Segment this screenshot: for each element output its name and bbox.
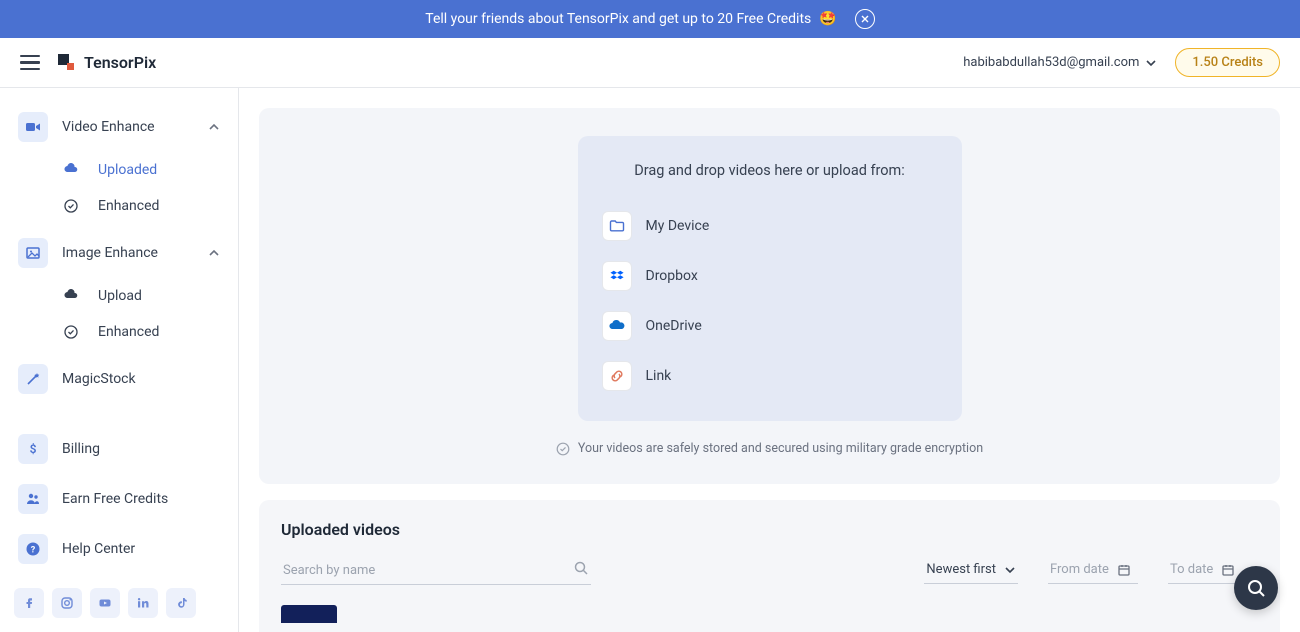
linkedin-link[interactable] — [128, 588, 158, 618]
linkedin-icon — [136, 596, 150, 610]
instagram-icon — [60, 596, 74, 610]
brand-name: TensorPix — [84, 53, 156, 72]
calendar-icon — [1117, 563, 1131, 577]
header: TensorPix habibabdullah53d@gmail.com 1.5… — [0, 38, 1300, 88]
sidebar-earn-credits[interactable]: Earn Free Credits — [12, 474, 226, 524]
sidebar-image-enhanced[interactable]: Enhanced — [58, 314, 226, 350]
dollar-icon: $ — [18, 434, 48, 464]
chevron-up-icon — [208, 121, 220, 133]
facebook-icon — [22, 596, 36, 610]
social-links — [12, 588, 226, 618]
instagram-link[interactable] — [52, 588, 82, 618]
user-email-text: habibabdullah53d@gmail.com — [963, 55, 1139, 70]
sidebar-magicstock[interactable]: MagicStock — [12, 354, 226, 404]
sidebar-image-upload[interactable]: Upload — [58, 278, 226, 314]
credits-badge[interactable]: 1.50 Credits — [1175, 48, 1280, 77]
upload-card: Drag and drop videos here or upload from… — [259, 108, 1280, 484]
cloud-upload-icon — [64, 163, 80, 177]
upload-link[interactable]: Link — [602, 351, 938, 401]
security-note: Your videos are safely stored and secure… — [556, 441, 983, 456]
from-date-input[interactable]: From date — [1048, 558, 1138, 584]
check-circle-icon — [64, 325, 80, 339]
svg-text:$: $ — [30, 442, 37, 456]
uploaded-videos-card: Uploaded videos Newest first From date T… — [259, 500, 1280, 632]
sort-dropdown[interactable]: Newest first — [924, 558, 1018, 584]
shield-check-icon — [556, 442, 570, 456]
brand-logo[interactable]: TensorPix — [58, 53, 156, 72]
sidebar-billing[interactable]: $ Billing — [12, 424, 226, 474]
uploaded-videos-title: Uploaded videos — [281, 520, 1258, 539]
sidebar-video-enhanced[interactable]: Enhanced — [58, 188, 226, 224]
youtube-icon — [98, 596, 112, 610]
video-icon — [18, 112, 48, 142]
youtube-link[interactable] — [90, 588, 120, 618]
search-help-icon — [1245, 577, 1267, 599]
sidebar-video-enhance[interactable]: Video Enhance — [12, 102, 226, 152]
sidebar-help-center[interactable]: ? Help Center — [12, 524, 226, 574]
search-icon — [573, 560, 589, 576]
image-icon — [18, 238, 48, 268]
promo-banner: Tell your friends about TensorPix and ge… — [0, 0, 1300, 38]
facebook-link[interactable] — [14, 588, 44, 618]
tiktok-link[interactable] — [166, 588, 196, 618]
tiktok-icon — [174, 596, 188, 610]
drop-title: Drag and drop videos here or upload from… — [602, 162, 938, 179]
help-icon: ? — [18, 534, 48, 564]
drop-zone[interactable]: Drag and drop videos here or upload from… — [578, 136, 962, 421]
folder-icon — [602, 211, 632, 241]
chevron-up-icon — [208, 247, 220, 259]
upload-dropbox[interactable]: Dropbox — [602, 251, 938, 301]
upload-onedrive[interactable]: OneDrive — [602, 301, 938, 351]
onedrive-icon — [602, 311, 632, 341]
cloud-icon — [64, 289, 80, 303]
sidebar: Video Enhance Uploaded Enhanced Image — [0, 88, 239, 632]
check-circle-icon — [64, 199, 80, 213]
chevron-down-icon — [1145, 57, 1157, 69]
search-input[interactable] — [281, 557, 591, 585]
sidebar-image-enhance[interactable]: Image Enhance — [12, 228, 226, 278]
calendar-icon — [1221, 563, 1235, 577]
banner-close-button[interactable] — [855, 9, 875, 29]
video-thumbnail[interactable] — [281, 605, 337, 623]
logo-icon — [58, 54, 76, 72]
link-icon — [602, 361, 632, 391]
sidebar-video-uploaded[interactable]: Uploaded — [58, 152, 226, 188]
svg-text:?: ? — [31, 546, 36, 556]
banner-emoji: 🤩 — [819, 11, 836, 27]
content-area: Drag and drop videos here or upload from… — [239, 88, 1300, 632]
people-icon — [18, 484, 48, 514]
chevron-down-icon — [1004, 564, 1016, 576]
dropbox-icon — [602, 261, 632, 291]
banner-text: Tell your friends about TensorPix and ge… — [425, 11, 811, 27]
user-menu[interactable]: habibabdullah53d@gmail.com — [963, 55, 1157, 70]
upload-my-device[interactable]: My Device — [602, 201, 938, 251]
menu-toggle-button[interactable] — [20, 55, 40, 71]
close-icon — [861, 15, 869, 23]
wand-icon — [18, 364, 48, 394]
help-fab-button[interactable] — [1234, 566, 1278, 610]
